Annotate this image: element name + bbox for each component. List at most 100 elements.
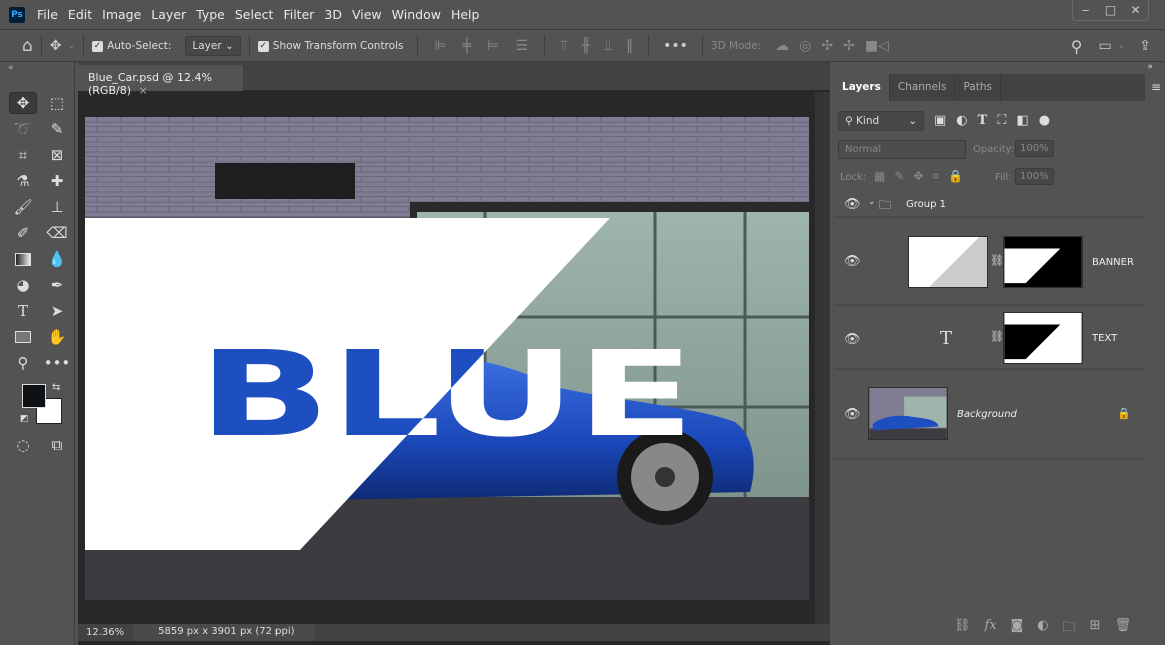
menu-select[interactable]: Select [235,7,274,22]
close-button[interactable]: ✕ [1123,0,1148,20]
dodge-tool-icon[interactable]: ◕ [9,274,37,296]
layer-row-background[interactable]: 👁 Background 🔒 [834,372,1145,460]
path-selection-tool-icon[interactable]: ➤ [43,300,71,322]
move-tool-preset-icon[interactable]: ✥ [50,38,62,54]
chevron-down-icon[interactable]: ⌄ [68,41,76,51]
visibility-eye-icon[interactable]: 👁 [844,332,861,347]
3d-camera-icon[interactable]: ■◁ [865,38,889,54]
blur-tool-icon[interactable]: 💧 [43,248,71,270]
layer-row-text[interactable]: 👁 T ⛓ TEXT [834,308,1145,370]
distribute-vertical-icon[interactable]: ‖ [626,38,633,54]
3d-orbit-icon[interactable]: ☁ [775,38,789,54]
link-layers-icon[interactable]: ⛓ [954,618,971,640]
quick-select-tool-icon[interactable]: ✎ [43,118,71,140]
collapse-panel-icon[interactable]: « [8,63,14,73]
workspace-icon[interactable]: ▭ [1098,38,1111,54]
menu-3d[interactable]: 3D [324,7,342,22]
align-top-icon[interactable]: ⫪ [560,38,568,54]
eyedropper-tool-icon[interactable]: ⚗ [9,170,37,192]
chevron-down-icon[interactable]: ⌄ [868,197,876,207]
fx-icon[interactable]: fx [985,618,997,640]
home-icon[interactable]: ⌂ [22,36,33,56]
3d-slide-icon[interactable]: ✢ [843,38,855,54]
layer-row-group-1[interactable]: 👁 ⌄ 🗀 Group 1 [834,192,1145,218]
align-bottom-icon[interactable]: ⫫ [604,38,612,54]
filter-smart-object-icon[interactable]: ◧ [1016,113,1028,128]
edit-toolbar-icon[interactable]: ••• [43,352,71,374]
menu-filter[interactable]: Filter [283,7,314,22]
auto-select-target-dropdown[interactable]: Layer ⌄ [185,36,241,56]
link-icon[interactable]: ⛓ [990,330,1004,343]
menu-file[interactable]: File [37,7,58,22]
lasso-tool-icon[interactable]: ➰ [9,118,37,140]
blend-mode-dropdown[interactable]: Normal [838,140,966,159]
layer-row-banner[interactable]: 👁 ⛓ BANNER [834,220,1145,306]
close-tab-icon[interactable]: × [139,84,148,97]
frame-tool-icon[interactable]: ⊠ [43,144,71,166]
menu-window[interactable]: Window [392,7,441,22]
new-group-icon[interactable]: 🗀 [1063,618,1076,640]
auto-select-checkbox[interactable]: ✓ [92,40,104,52]
delete-layer-icon[interactable]: 🗑 [1115,618,1132,640]
brush-tool-icon[interactable]: 🖌 [9,196,37,218]
document-canvas[interactable]: BLUE BLUE [85,117,809,600]
align-right-icon[interactable]: ⊨ [487,38,499,54]
layer-mask-thumbnail[interactable] [1003,236,1083,288]
rectangle-tool-icon[interactable] [9,326,37,348]
pen-tool-icon[interactable]: ✒ [43,274,71,296]
visibility-eye-icon[interactable]: 👁 [844,407,861,422]
menu-help[interactable]: Help [451,7,480,22]
lock-all-icon[interactable]: 🔒 [948,169,963,184]
gradient-tool-icon[interactable] [9,248,37,270]
lock-artboard-icon[interactable]: ⌗ [932,169,939,184]
marquee-tool-icon[interactable]: ⬚ [43,92,71,114]
foreground-color-swatch[interactable] [22,384,46,408]
3d-pan-icon[interactable]: ✣ [821,38,833,54]
lock-transparent-icon[interactable]: ▦ [874,169,885,184]
default-colors-icon[interactable]: ◩ [20,414,29,424]
maximize-button[interactable]: □ [1098,0,1123,20]
chevron-down-icon[interactable]: ⌄ [1118,41,1126,51]
filter-toggle[interactable]: ● [1039,113,1050,128]
hand-tool-icon[interactable]: ✋ [43,326,71,348]
type-tool-icon[interactable]: T [9,300,37,322]
crop-tool-icon[interactable]: ⌗ [9,144,37,166]
filter-type-icon[interactable]: T [978,113,988,128]
zoom-tool-icon[interactable]: ⚲ [9,352,37,374]
menu-type[interactable]: Type [196,7,225,22]
filter-kind-dropdown[interactable]: ⚲ Kind ⌄ [838,111,924,131]
show-transform-checkbox[interactable]: ✓ [257,40,269,52]
3d-roll-icon[interactable]: ◎ [799,38,811,54]
tab-layers[interactable]: Layers [834,74,890,101]
layer-mask-thumbnail[interactable] [1003,312,1083,364]
vertical-scrollbar[interactable] [815,92,830,624]
menu-image[interactable]: Image [102,7,141,22]
lock-position-icon[interactable]: ✥ [913,169,923,184]
link-icon[interactable]: ⛓ [990,254,1004,267]
swap-colors-icon[interactable]: ⇆ [52,382,60,393]
visibility-eye-icon[interactable]: 👁 [844,197,861,212]
filter-shape-icon[interactable]: ⛶ [997,113,1006,128]
document-tab[interactable]: Blue_Car.psd @ 12.4% (RGB/8) × [78,65,243,97]
minimize-button[interactable]: ‒ [1073,0,1098,20]
tab-channels[interactable]: Channels [890,74,956,101]
more-options-button[interactable]: ••• [663,38,688,54]
filter-adjustment-icon[interactable]: ◐ [956,113,967,128]
move-tool-icon[interactable]: ✥ [9,92,37,114]
align-middle-icon[interactable]: ╫ [582,38,590,54]
share-icon[interactable]: ⇪ [1139,38,1151,54]
healing-brush-tool-icon[interactable]: ✚ [43,170,71,192]
zoom-level[interactable]: 12.36% [78,627,134,638]
adjustment-layer-icon[interactable]: ◐ [1037,618,1048,640]
fill-field[interactable]: 100% [1015,168,1054,185]
menu-layer[interactable]: Layer [151,7,186,22]
clone-stamp-tool-icon[interactable]: ⊥ [43,196,71,218]
filter-pixel-icon[interactable]: ▣ [934,113,946,128]
new-layer-icon[interactable]: ⊞ [1090,618,1101,640]
distribute-icon[interactable]: ☰ [515,38,528,54]
quick-mask-icon[interactable]: ◌ [9,434,37,456]
tab-paths[interactable]: Paths [955,74,1001,101]
history-brush-tool-icon[interactable]: ✐ [9,222,37,244]
screen-mode-icon[interactable]: ⧉ [43,434,71,456]
align-left-icon[interactable]: ⊫ [434,38,446,54]
